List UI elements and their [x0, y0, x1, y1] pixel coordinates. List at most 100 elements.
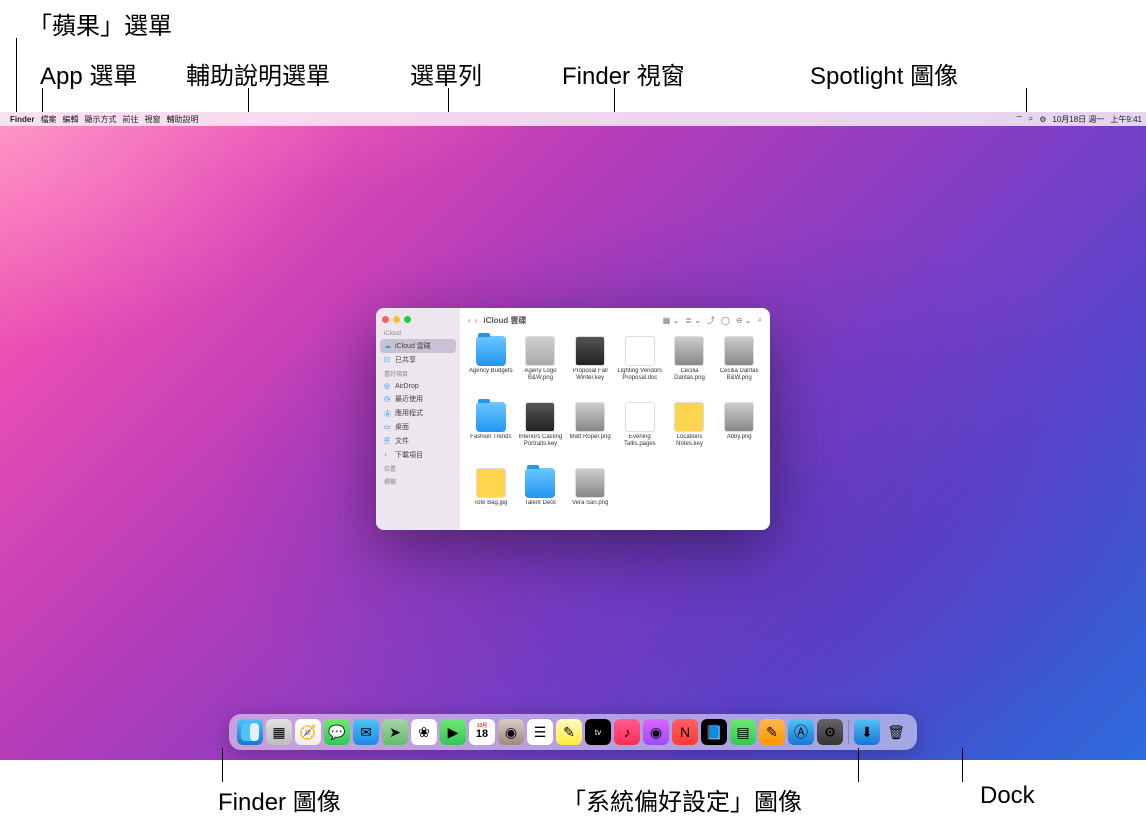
sidebar-applications[interactable]: Ⓐ應用程式 [376, 406, 460, 420]
back-button[interactable]: ‹ [468, 316, 471, 325]
forward-button[interactable]: › [475, 316, 478, 325]
sidebar-section-icloud: iCloud [376, 329, 460, 339]
dock-contacts-icon[interactable]: ◉ [498, 719, 524, 745]
file-item[interactable]: Fashion Trends [466, 402, 516, 466]
file-item[interactable]: Interiors Casting Portraits.key [516, 402, 566, 466]
callout-system-prefs-icon: 「系統偏好設定」圖像 [562, 782, 802, 817]
sidebar-desktop[interactable]: ▭桌面 [376, 420, 460, 434]
menu-bar[interactable]: Finder 檔案 編輯 顯示方式 前往 視窗 輔助說明 ⌔ ⌕ ⚙ 10月18… [0, 112, 1146, 126]
dock-messages-icon[interactable]: 💬 [324, 719, 350, 745]
file-label: Lighting Vendors Proposal.doc [616, 368, 664, 381]
file-label: Ageny Logo B&W.png [516, 368, 564, 381]
sidebar-downloads[interactable]: ↓下載項目 [376, 448, 460, 462]
wifi-icon[interactable]: ⌔ [1015, 114, 1023, 124]
file-thumbnail [476, 336, 506, 366]
dock-finder-icon[interactable] [237, 719, 263, 745]
menubar-time[interactable]: 上午9:41 [1110, 114, 1142, 125]
dock-mail-icon[interactable]: ✉ [353, 719, 379, 745]
file-item[interactable]: Talent Deck [516, 468, 566, 526]
file-item[interactable]: Matt Roper.png [565, 402, 615, 466]
file-thumbnail [575, 402, 605, 432]
menubar-date[interactable]: 10月18日 週一 [1052, 114, 1104, 125]
sidebar-icloud-drive[interactable]: ☁iCloud 雲碟 [380, 339, 456, 353]
tv-label: tv [595, 728, 601, 737]
file-item[interactable]: Cecilia Dantas B&W.png [714, 336, 764, 400]
file-thumbnail [575, 336, 605, 366]
action-button[interactable]: ⊖ ⌄ [736, 316, 752, 325]
file-label: Fashion Trends [470, 434, 511, 441]
file-thumbnail [476, 468, 506, 498]
dock-notes-icon[interactable]: ✎ [556, 719, 582, 745]
window-controls [376, 314, 460, 329]
sidebar-airdrop[interactable]: ◎AirDrop [376, 380, 460, 392]
dock-maps-icon[interactable]: ➤ [382, 719, 408, 745]
dock-safari-icon[interactable]: 🧭 [295, 719, 321, 745]
file-thumbnail [724, 402, 754, 432]
minimize-button[interactable] [393, 316, 400, 323]
close-button[interactable] [382, 316, 389, 323]
finder-window[interactable]: iCloud ☁iCloud 雲碟 ⊡已共享 喜好項目 ◎AirDrop ◷最近… [376, 308, 770, 530]
sidebar-item-label: AirDrop [395, 383, 419, 390]
sidebar-item-label: 文件 [395, 436, 409, 446]
dock-appstore-icon[interactable]: Ⓐ [788, 719, 814, 745]
dock[interactable]: ▦ 🧭 💬 ✉ ➤ ❀ ▶ 10月18 ◉ ☰ ✎ tv ♪ ◉ N 📘 ▤ ✎… [229, 714, 917, 750]
file-item[interactable]: Abby.png [714, 402, 764, 466]
file-label: Cecilia Dantas B&W.png [715, 368, 763, 381]
tag-button[interactable]: ◯ [721, 316, 730, 325]
finder-main: ‹ › iCloud 雲碟 ▦ ⌄ ≣ ⌄ ⤴ ◯ ⊖ ⌄ ⌕ Agency B… [460, 308, 770, 530]
dock-system-prefs-icon[interactable]: ⚙ [817, 719, 843, 745]
file-item[interactable]: Cecilia Dantas.png [665, 336, 715, 400]
sidebar-documents[interactable]: 🗎文件 [376, 434, 460, 448]
file-item[interactable]: Agency Budgets [466, 336, 516, 400]
dock-facetime-icon[interactable]: ▶ [440, 719, 466, 745]
sidebar-shared[interactable]: ⊡已共享 [376, 353, 460, 367]
dock-podcasts-icon[interactable]: ◉ [643, 719, 669, 745]
dock-tv-icon[interactable]: tv [585, 719, 611, 745]
search-button[interactable]: ⌕ [758, 315, 762, 325]
sidebar-item-label: 已共享 [395, 355, 416, 365]
dock-music-icon[interactable]: ♪ [614, 719, 640, 745]
sidebar-section-tags: 標籤 [376, 475, 460, 488]
group-button[interactable]: ≣ ⌄ [685, 316, 701, 325]
file-thumbnail [625, 336, 655, 366]
file-thumbnail [724, 336, 754, 366]
dock-reminders-icon[interactable]: ☰ [527, 719, 553, 745]
file-label: Tote Bag.jpg [474, 500, 507, 507]
view-icons-button[interactable]: ▦ ⌄ [663, 316, 679, 325]
sidebar-recents[interactable]: ◷最近使用 [376, 392, 460, 406]
dock-photos-icon[interactable]: ❀ [411, 719, 437, 745]
share-button[interactable]: ⤴ [707, 315, 715, 326]
dock-trash-icon[interactable]: 🗑 [883, 719, 909, 745]
app-menu-name[interactable]: Finder [10, 115, 34, 124]
menu-edit[interactable]: 編輯 [62, 114, 78, 125]
menu-file[interactable]: 檔案 [40, 114, 56, 125]
file-item[interactable]: Lighting Vendors Proposal.doc [615, 336, 665, 400]
spotlight-icon[interactable]: ⌕ [1029, 114, 1033, 124]
file-label: Talent Deck [525, 500, 556, 507]
file-label: Proposal Fall Winter.key [566, 368, 614, 381]
file-thumbnail [525, 402, 555, 432]
fullscreen-button[interactable] [404, 316, 411, 323]
file-item[interactable]: Evening Talks.pages [615, 402, 665, 466]
menu-view[interactable]: 顯示方式 [84, 114, 116, 125]
menu-window[interactable]: 視窗 [144, 114, 160, 125]
dock-calendar-icon[interactable]: 10月18 [469, 719, 495, 745]
dock-launchpad-icon[interactable]: ▦ [266, 719, 292, 745]
dock-downloads-icon[interactable]: ⬇ [854, 719, 880, 745]
file-item[interactable]: Vera San.png [565, 468, 615, 526]
file-label: Evening Talks.pages [616, 434, 664, 447]
file-item[interactable]: Ageny Logo B&W.png [516, 336, 566, 400]
file-item[interactable]: Locations Notes.key [665, 402, 715, 466]
dock-news-icon[interactable]: N [672, 719, 698, 745]
control-center-icon[interactable]: ⚙ [1039, 115, 1046, 124]
sidebar-item-label: 下載項目 [395, 450, 423, 460]
menu-go[interactable]: 前往 [122, 114, 138, 125]
dock-books-icon[interactable]: 📘 [701, 719, 727, 745]
dock-numbers-icon[interactable]: ▤ [730, 719, 756, 745]
callout-line [858, 748, 859, 782]
file-item[interactable]: Proposal Fall Winter.key [565, 336, 615, 400]
dock-pages-icon[interactable]: ✎ [759, 719, 785, 745]
file-item[interactable]: Tote Bag.jpg [466, 468, 516, 526]
menu-help[interactable]: 輔助說明 [166, 114, 198, 125]
file-label: Agency Budgets [469, 368, 513, 375]
